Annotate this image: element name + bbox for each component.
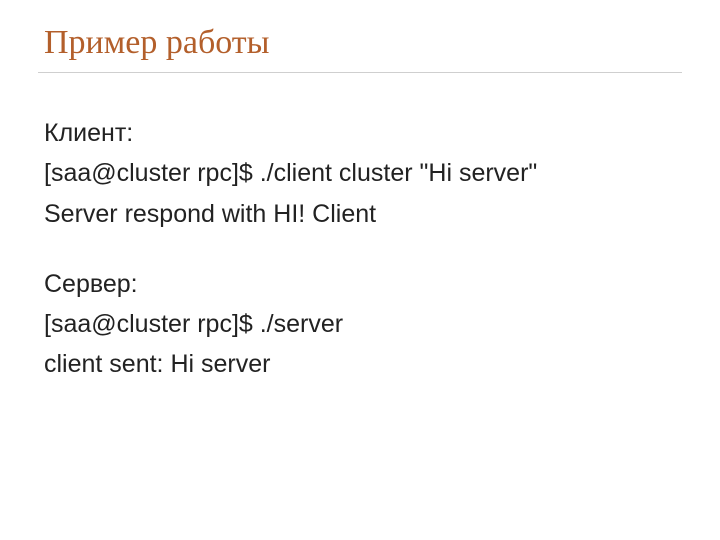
title-divider — [38, 72, 682, 73]
server-command: [saa@cluster rpc]$ ./server — [44, 306, 676, 342]
server-label: Сервер: — [44, 266, 676, 302]
blank-line — [44, 236, 676, 266]
client-output: Server respond with HI! Client — [44, 196, 676, 232]
slide-title: Пример работы — [44, 24, 676, 62]
client-label: Клиент: — [44, 115, 676, 151]
slide-body: Клиент: [saa@cluster rpc]$ ./client clus… — [44, 115, 676, 383]
server-output: client sent: Hi server — [44, 346, 676, 382]
client-command: [saa@cluster rpc]$ ./client cluster "Hi … — [44, 155, 676, 191]
slide: Пример работы Клиент: [saa@cluster rpc]$… — [0, 0, 720, 540]
